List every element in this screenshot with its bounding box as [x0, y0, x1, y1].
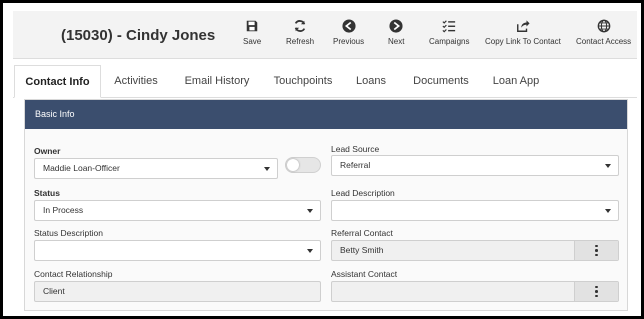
status-select[interactable]: In Process	[34, 200, 321, 221]
panel-title: Basic Info	[25, 100, 627, 129]
window-frame: (15030) - Cindy Jones Save Refresh Previ…	[0, 0, 644, 319]
page-title: (15030) - Cindy Jones	[61, 27, 216, 44]
toggle-knob	[287, 159, 299, 171]
caret-down-icon	[307, 249, 313, 253]
previous-icon	[342, 19, 356, 33]
owner-select[interactable]: Maddie Loan-Officer	[34, 158, 278, 179]
lead-description-select[interactable]	[331, 200, 619, 221]
lead-source-label: Lead Source	[331, 144, 380, 154]
previous-label: Previous	[333, 37, 365, 46]
owner-value: Maddie Loan-Officer	[43, 163, 120, 173]
refresh-label: Refresh	[286, 37, 315, 46]
caret-down-icon	[264, 167, 270, 171]
owner-label: Owner	[34, 146, 61, 156]
contact-relationship-field[interactable]: Client	[34, 281, 321, 302]
share-icon	[517, 20, 530, 32]
refresh-button[interactable]: Refresh	[286, 19, 314, 46]
referral-contact-field[interactable]: Betty Smith	[331, 240, 619, 261]
caret-down-icon	[605, 164, 611, 168]
refresh-icon	[294, 20, 306, 32]
lead-source-value: Referral	[340, 160, 371, 170]
previous-button[interactable]: Previous	[333, 19, 364, 46]
tab-activities[interactable]: Activities	[105, 65, 167, 98]
copy-link-button[interactable]: Copy Link To Contact	[485, 19, 561, 46]
save-icon	[246, 20, 258, 32]
tab-loans[interactable]: Loans	[351, 65, 391, 98]
contact-access-button[interactable]: Contact Access	[576, 19, 631, 46]
campaigns-label: Campaigns	[429, 37, 470, 46]
globe-icon	[597, 19, 610, 33]
lead-source-select[interactable]: Referral	[331, 155, 619, 176]
referral-contact-menu-button[interactable]	[574, 241, 618, 260]
owner-toggle[interactable]	[285, 157, 321, 173]
assistant-contact-menu-button[interactable]	[574, 282, 618, 301]
save-label: Save	[243, 37, 262, 46]
tab-touchpoints[interactable]: Touchpoints	[268, 65, 338, 98]
contact-access-label: Contact Access	[576, 37, 632, 46]
next-icon	[389, 19, 403, 33]
tab-documents[interactable]: Documents	[411, 65, 471, 98]
assistant-contact-label: Assistant Contact	[331, 269, 398, 279]
tab-contact-info[interactable]: Contact Info	[14, 65, 101, 98]
save-button[interactable]: Save	[243, 19, 261, 46]
tab-bar: Contact Info Activities Email History To…	[13, 65, 637, 98]
copy-link-label: Copy Link To Contact	[485, 37, 561, 46]
status-description-select[interactable]	[34, 240, 321, 261]
next-button[interactable]: Next	[388, 19, 404, 46]
caret-down-icon	[605, 209, 611, 213]
referral-contact-label: Referral Contact	[331, 228, 393, 238]
kebab-icon	[595, 285, 598, 298]
lead-description-label: Lead Description	[331, 188, 395, 198]
caret-down-icon	[307, 209, 313, 213]
tab-loan-app[interactable]: Loan App	[487, 65, 545, 98]
assistant-contact-field[interactable]	[331, 281, 619, 302]
status-value: In Process	[43, 205, 84, 215]
referral-contact-value: Betty Smith	[340, 245, 384, 255]
contact-relationship-value: Client	[43, 286, 65, 296]
tab-email-history[interactable]: Email History	[178, 65, 256, 98]
campaigns-icon	[442, 20, 456, 33]
kebab-icon	[595, 244, 598, 257]
status-label: Status	[34, 188, 60, 198]
record-header: (15030) - Cindy Jones Save Refresh Previ…	[13, 11, 637, 59]
campaigns-button[interactable]: Campaigns	[429, 19, 469, 46]
status-description-label: Status Description	[34, 228, 103, 238]
contact-relationship-label: Contact Relationship	[34, 269, 113, 279]
next-label: Next	[388, 37, 405, 46]
